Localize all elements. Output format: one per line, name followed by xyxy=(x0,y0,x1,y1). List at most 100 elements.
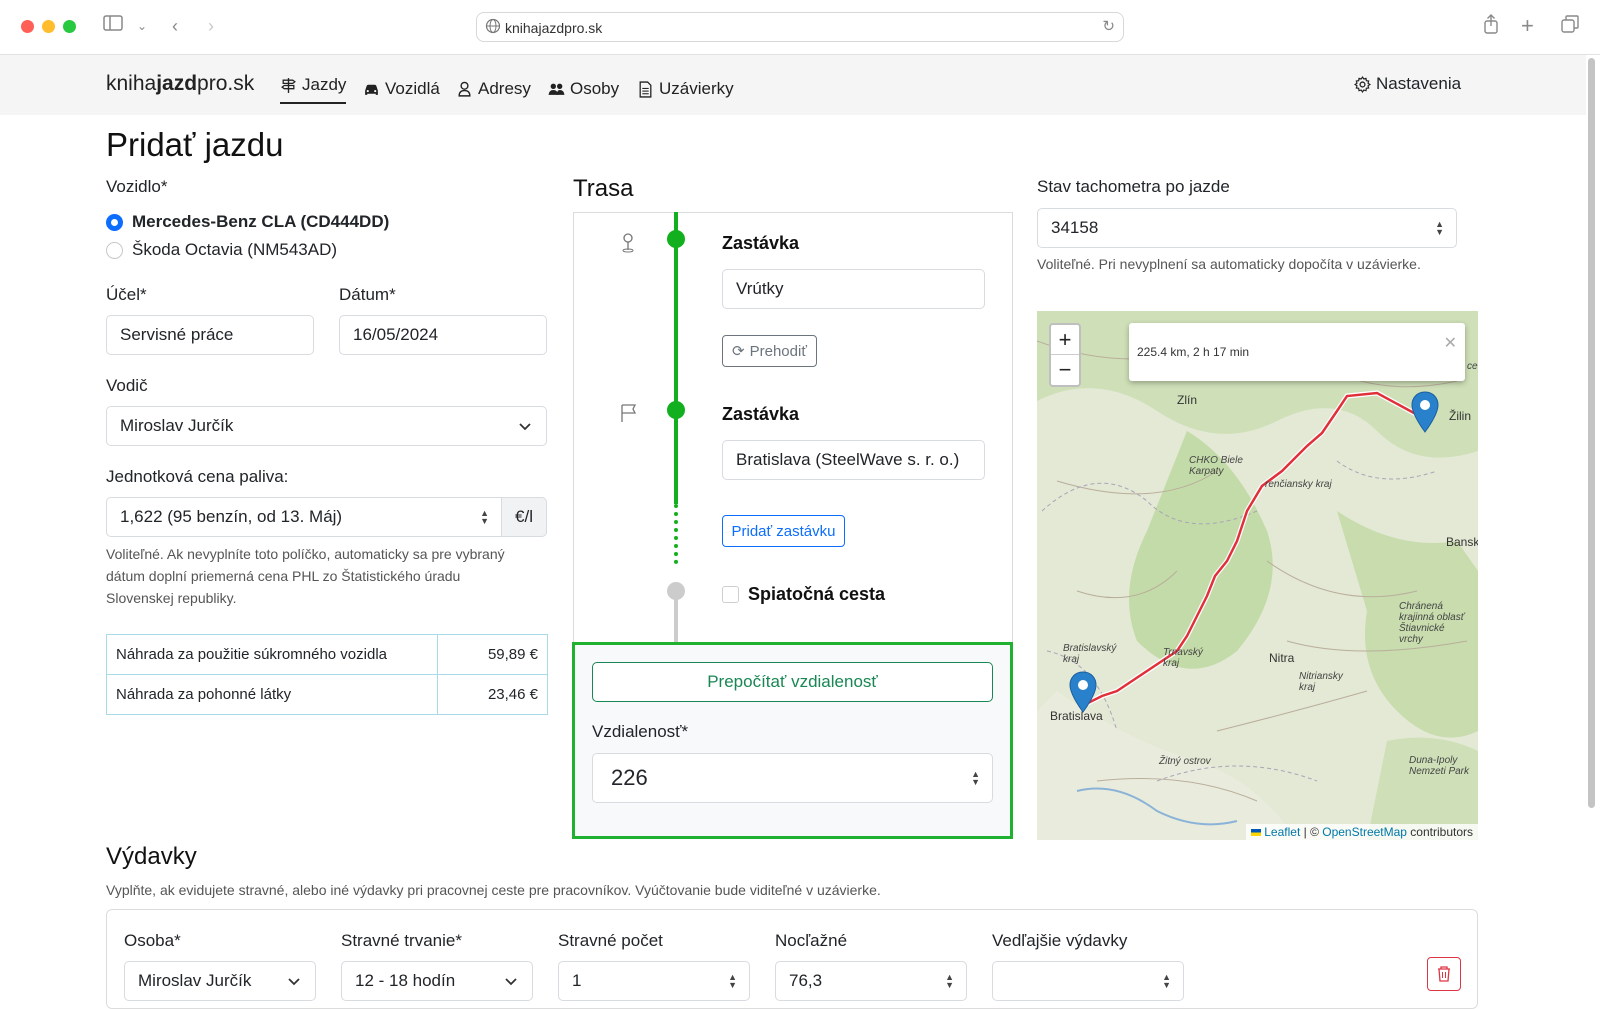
radio-unchecked[interactable] xyxy=(106,241,123,259)
meal-duration-select[interactable]: 12 - 18 hodín xyxy=(341,961,533,1001)
route-line-dotted xyxy=(674,504,678,564)
globe-icon xyxy=(485,18,501,34)
sidebar-toggle-icon[interactable] xyxy=(103,14,123,38)
vehicle-label: Vozidlo* xyxy=(106,177,168,196)
attribution-separator: | © xyxy=(1300,825,1323,839)
flag-icon[interactable] xyxy=(620,403,638,423)
table-row: Náhrada za použitie súkromného vozidla 5… xyxy=(106,634,548,675)
reload-icon[interactable]: ↻ xyxy=(1102,17,1115,35)
share-icon[interactable] xyxy=(1482,14,1500,40)
vehicle-option-mercedes[interactable]: Mercedes-Benz CLA (CD444DD) xyxy=(106,212,389,232)
stop-1-input[interactable]: Vrútky xyxy=(722,269,985,309)
nav-item-adresy[interactable]: Adresy xyxy=(456,74,531,104)
lodging-input[interactable]: 76,3 ▲ ▼ xyxy=(775,961,967,1001)
page-title: Pridať jazdu xyxy=(106,126,284,163)
brand-logo[interactable]: knihajazdpro.sk xyxy=(106,72,254,96)
trash-icon xyxy=(1438,966,1450,982)
nav-item-jazdy[interactable]: Jazdy xyxy=(280,74,347,104)
stop-title: Zastávka xyxy=(722,404,800,424)
route-map[interactable]: Zlín Žilin CHKO Biele Karpaty renčiansky… xyxy=(1037,311,1478,840)
attribution-contributors: contributors xyxy=(1406,825,1473,839)
spinner-icon[interactable]: ▲ ▼ xyxy=(945,973,954,990)
route-line xyxy=(674,212,678,504)
spinner-icon[interactable]: ▲ ▼ xyxy=(728,973,737,990)
maximize-window-button[interactable] xyxy=(63,20,76,33)
forward-icon[interactable]: › xyxy=(208,14,214,38)
map-zoom-control: + − xyxy=(1049,323,1081,387)
compensation-vehicle-value: 59,89 € xyxy=(437,634,548,675)
spinner-icon[interactable]: ▲ ▼ xyxy=(1162,973,1171,990)
ukraine-flag-icon xyxy=(1250,829,1261,836)
date-label: Dátum* xyxy=(339,285,396,304)
map-label: Žilin xyxy=(1449,409,1472,423)
zoom-in-button[interactable]: + xyxy=(1051,325,1079,355)
nav-item-uzavierky[interactable]: Uzávierky xyxy=(637,74,734,104)
car-icon xyxy=(365,84,378,95)
map-label: Žitný ostrov xyxy=(1159,756,1211,767)
map-label: ce xyxy=(1467,361,1478,372)
spinner-icon[interactable]: ▲ ▼ xyxy=(971,770,980,787)
add-stop-button[interactable]: Pridať zastávku xyxy=(722,515,845,547)
other-expenses-input[interactable]: ▲ ▼ xyxy=(992,961,1184,1001)
route-stop-dot xyxy=(667,401,685,419)
nav-item-vozidla[interactable]: Vozidlá xyxy=(363,74,440,104)
map-label: CHKO Biele Karpaty xyxy=(1189,455,1243,477)
route-stop-dot xyxy=(667,230,685,248)
chevron-down-icon[interactable]: ⌄ xyxy=(137,14,147,38)
vehicle-option-skoda[interactable]: Škoda Octavia (NM543AD) xyxy=(106,240,337,260)
recalculate-distance-button[interactable]: Prepočítať vzdialenosť xyxy=(592,662,993,702)
fuel-price-label: Jednotková cena paliva: xyxy=(106,467,289,486)
zoom-out-button[interactable]: − xyxy=(1051,355,1079,385)
delete-expense-button[interactable] xyxy=(1427,957,1461,991)
meal-count-input[interactable]: 1 ▲ ▼ xyxy=(558,961,750,1001)
odometer-label: Stav tachometra po jazde xyxy=(1037,177,1230,196)
compensation-fuel-value: 23,46 € xyxy=(437,674,548,715)
date-input[interactable]: 16/05/2024 xyxy=(339,315,547,355)
map-marker-icon[interactable] xyxy=(1069,671,1097,713)
compensation-vehicle-label: Náhrada za použitie súkromného vozidla xyxy=(106,634,438,675)
leaflet-link[interactable]: Leaflet xyxy=(1264,825,1300,839)
stop-2-input[interactable]: Bratislava (SteelWave s. r. o.) xyxy=(722,440,985,480)
page-scrollbar[interactable] xyxy=(1588,58,1595,808)
expense-person-select[interactable]: Miroslav Jurčík xyxy=(124,961,316,1001)
map-attribution: Leaflet | © OpenStreetMap contributors xyxy=(1245,824,1478,840)
driver-select[interactable]: Miroslav Jurčík xyxy=(106,406,547,446)
map-label: Zlín xyxy=(1177,393,1198,407)
close-window-button[interactable] xyxy=(21,20,34,33)
spinner-icon[interactable]: ▲ ▼ xyxy=(480,509,489,526)
tabs-overview-icon[interactable] xyxy=(1560,14,1580,40)
document-icon xyxy=(639,80,652,98)
back-icon[interactable]: ‹ xyxy=(172,14,178,38)
nav-item-nastavenia[interactable]: Nastavenia xyxy=(1354,74,1461,94)
odometer-input[interactable]: 34158 ▲ ▼ xyxy=(1037,208,1457,248)
route-line-gray xyxy=(674,596,678,642)
stop-title: Zastávka xyxy=(722,233,800,253)
map-label: Banská xyxy=(1446,535,1478,549)
map-label: Bratislavský kraj xyxy=(1063,643,1117,665)
distance-input[interactable]: 226 ▲ ▼ xyxy=(592,753,993,803)
new-tab-icon[interactable]: + xyxy=(1521,14,1534,38)
app-navbar: knihajazdpro.sk Jazdy Vozidlá Adresy Oso… xyxy=(0,55,1586,115)
spinner-icon[interactable]: ▲ ▼ xyxy=(1435,220,1444,237)
odometer-help: Voliteľné. Pri nevyplnení sa automaticky… xyxy=(1037,256,1421,272)
osm-link[interactable]: OpenStreetMap xyxy=(1322,825,1407,839)
compensation-table: Náhrada za použitie súkromného vozidla 5… xyxy=(106,634,548,715)
driver-label: Vodič xyxy=(106,376,148,395)
address-bar[interactable]: knihajazdpro.sk ↻ xyxy=(476,12,1124,42)
radio-checked[interactable] xyxy=(106,213,123,231)
expense-person-label: Osoba* xyxy=(124,931,181,950)
swap-button[interactable]: ⟳ Prehodiť xyxy=(722,335,817,367)
meal-count-label: Stravné počet xyxy=(558,931,663,950)
minimize-window-button[interactable] xyxy=(42,20,55,33)
chevron-down-icon xyxy=(288,978,300,986)
map-marker-icon[interactable] xyxy=(1411,391,1439,433)
nav-item-osoby[interactable]: Osoby xyxy=(548,74,619,104)
route-popup: 225.4 km, 2 h 17 min ✕ xyxy=(1129,323,1465,381)
close-icon[interactable]: ✕ xyxy=(1444,333,1457,353)
round-trip-checkbox[interactable] xyxy=(722,586,739,603)
purpose-input[interactable]: Servisné práce xyxy=(106,315,314,355)
meal-duration-label: Stravné trvanie* xyxy=(341,931,462,950)
fuel-price-input[interactable]: 1,622 (95 benzín, od 13. Máj) ▲ ▼ xyxy=(106,497,502,537)
map-pin-icon[interactable] xyxy=(620,232,636,254)
table-row: Náhrada za pohonné látky 23,46 € xyxy=(106,674,548,715)
